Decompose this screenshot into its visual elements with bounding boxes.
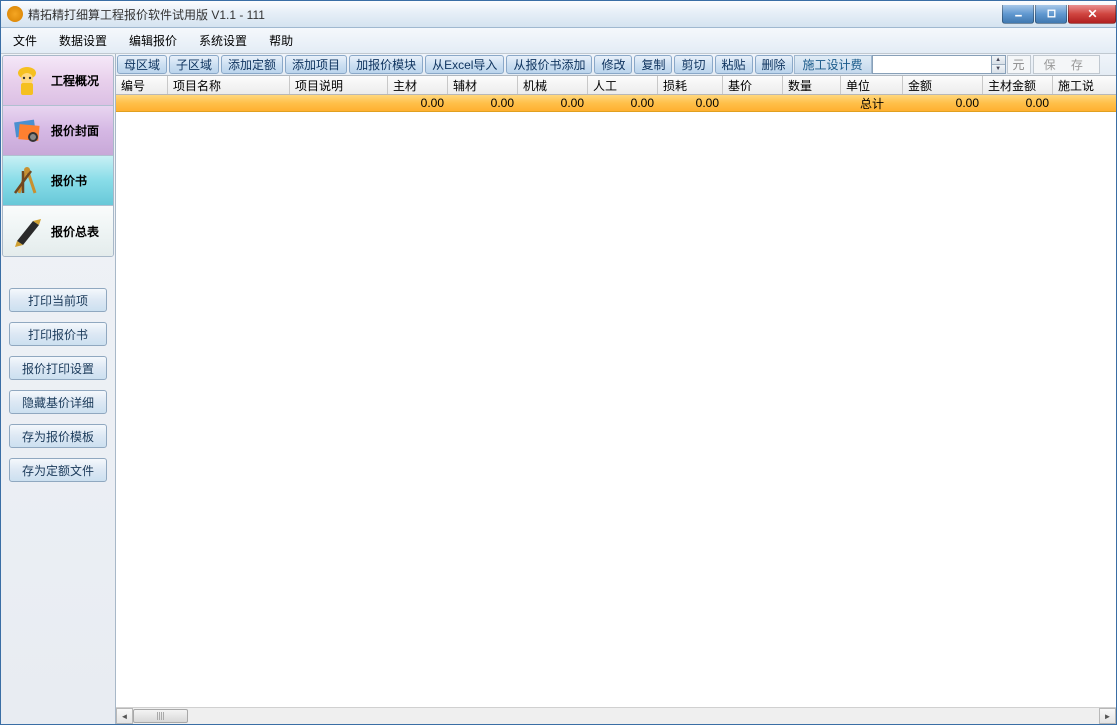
cut-button[interactable]: 剪切	[674, 55, 712, 74]
col-labor[interactable]: 人工	[588, 76, 658, 94]
add-norm-button[interactable]: 添加定额	[221, 55, 283, 74]
menu-edit-quote[interactable]: 编辑报价	[129, 32, 177, 49]
copy-button[interactable]: 复制	[634, 55, 672, 74]
col-unit[interactable]: 单位	[841, 76, 903, 94]
col-construction-desc[interactable]: 施工说	[1053, 76, 1116, 94]
paste-button[interactable]: 粘贴	[715, 55, 753, 74]
add-from-quote-button[interactable]: 从报价书添加	[506, 55, 592, 74]
add-quote-module-button[interactable]: 加报价模块	[349, 55, 423, 74]
photos-icon	[9, 113, 45, 149]
col-item-name[interactable]: 项目名称	[168, 76, 290, 94]
total-main-mat-amount: 0.00	[983, 95, 1053, 111]
window-title: 精拓精打细算工程报价软件试用版 V1.1 - 111	[28, 6, 265, 23]
compass-icon	[9, 163, 45, 199]
scroll-thumb[interactable]	[133, 709, 188, 723]
col-quantity[interactable]: 数量	[783, 76, 841, 94]
spinner-up-icon[interactable]: ▲	[992, 56, 1005, 65]
col-machine[interactable]: 机械	[518, 76, 588, 94]
modify-button[interactable]: 修改	[594, 55, 632, 74]
save-norm-file-button[interactable]: 存为定额文件	[9, 458, 107, 482]
save-quote-template-button[interactable]: 存为报价模板	[9, 424, 107, 448]
col-number[interactable]: 编号	[116, 76, 168, 94]
content-area: 母区域 子区域 添加定额 添加项目 加报价模块 从Excel导入 从报价书添加 …	[116, 54, 1116, 724]
design-fee-input[interactable]	[872, 55, 992, 74]
nav-tab-label: 报价书	[51, 172, 87, 189]
col-main-mat-amount[interactable]: 主材金额	[983, 76, 1053, 94]
delete-button[interactable]: 删除	[755, 55, 793, 74]
nav-tab-label: 工程概况	[51, 72, 99, 89]
col-loss[interactable]: 损耗	[658, 76, 723, 94]
total-loss: 0.00	[658, 95, 723, 111]
total-amount: 0.00	[903, 95, 983, 111]
close-button[interactable]	[1068, 5, 1116, 24]
menu-help[interactable]: 帮助	[269, 32, 293, 49]
menu-file[interactable]: 文件	[13, 32, 37, 49]
print-quote-button[interactable]: 打印报价书	[9, 322, 107, 346]
app-icon	[7, 6, 23, 22]
title-bar: 精拓精打细算工程报价软件试用版 V1.1 - 111	[1, 1, 1116, 28]
spinner-down-icon[interactable]: ▼	[992, 65, 1005, 73]
menu-data-settings[interactable]: 数据设置	[59, 32, 107, 49]
col-main-material[interactable]: 主材	[388, 76, 448, 94]
toolbar: 母区域 子区域 添加定额 添加项目 加报价模块 从Excel导入 从报价书添加 …	[116, 54, 1116, 76]
unit-label: 元	[1007, 55, 1031, 74]
pen-icon	[9, 213, 45, 249]
sidebar: 工程概况 报价封面 报价书	[1, 54, 116, 724]
nav-tab-quote-summary[interactable]: 报价总表	[3, 206, 113, 256]
table-header: 编号 项目名称 项目说明 主材 辅材 机械 人工 损耗 基价 数量 单位 金额 …	[116, 76, 1116, 95]
import-excel-button[interactable]: 从Excel导入	[425, 55, 504, 74]
horizontal-scrollbar[interactable]: ◄ ►	[116, 707, 1116, 724]
scroll-track[interactable]	[133, 708, 1099, 724]
total-main-material: 0.00	[388, 95, 448, 111]
col-base-price[interactable]: 基价	[723, 76, 783, 94]
fee-spinner[interactable]: ▲ ▼	[992, 55, 1006, 74]
menu-system-settings[interactable]: 系统设置	[199, 32, 247, 49]
scroll-left-button[interactable]: ◄	[116, 708, 133, 724]
nav-tab-quote-book[interactable]: 报价书	[3, 156, 113, 206]
nav-tab-label: 报价封面	[51, 122, 99, 139]
total-label: 总计	[841, 95, 903, 111]
minimize-button[interactable]	[1002, 5, 1034, 24]
menu-bar: 文件 数据设置 编辑报价 系统设置 帮助	[1, 28, 1116, 54]
scroll-right-button[interactable]: ►	[1099, 708, 1116, 724]
total-labor: 0.00	[588, 95, 658, 111]
worker-icon	[9, 63, 45, 99]
data-grid[interactable]	[116, 112, 1116, 707]
total-machine: 0.00	[518, 95, 588, 111]
hide-base-price-button[interactable]: 隐藏基价详细	[9, 390, 107, 414]
maximize-button[interactable]	[1035, 5, 1067, 24]
nav-tab-quote-cover[interactable]: 报价封面	[3, 106, 113, 156]
parent-region-button[interactable]: 母区域	[117, 55, 167, 74]
total-row: 0.00 0.00 0.00 0.00 0.00 总计 0.00 0.00	[116, 95, 1116, 112]
nav-tab-label: 报价总表	[51, 223, 99, 240]
add-item-button[interactable]: 添加项目	[285, 55, 347, 74]
design-fee-label: 施工设计费	[794, 55, 872, 74]
print-settings-button[interactable]: 报价打印设置	[9, 356, 107, 380]
col-amount[interactable]: 金额	[903, 76, 983, 94]
child-region-button[interactable]: 子区域	[169, 55, 219, 74]
col-item-desc[interactable]: 项目说明	[290, 76, 388, 94]
nav-tab-project-overview[interactable]: 工程概况	[3, 56, 113, 106]
col-aux-material[interactable]: 辅材	[448, 76, 518, 94]
save-button[interactable]: 保 存	[1033, 55, 1100, 74]
total-aux-material: 0.00	[448, 95, 518, 111]
print-current-button[interactable]: 打印当前项	[9, 288, 107, 312]
